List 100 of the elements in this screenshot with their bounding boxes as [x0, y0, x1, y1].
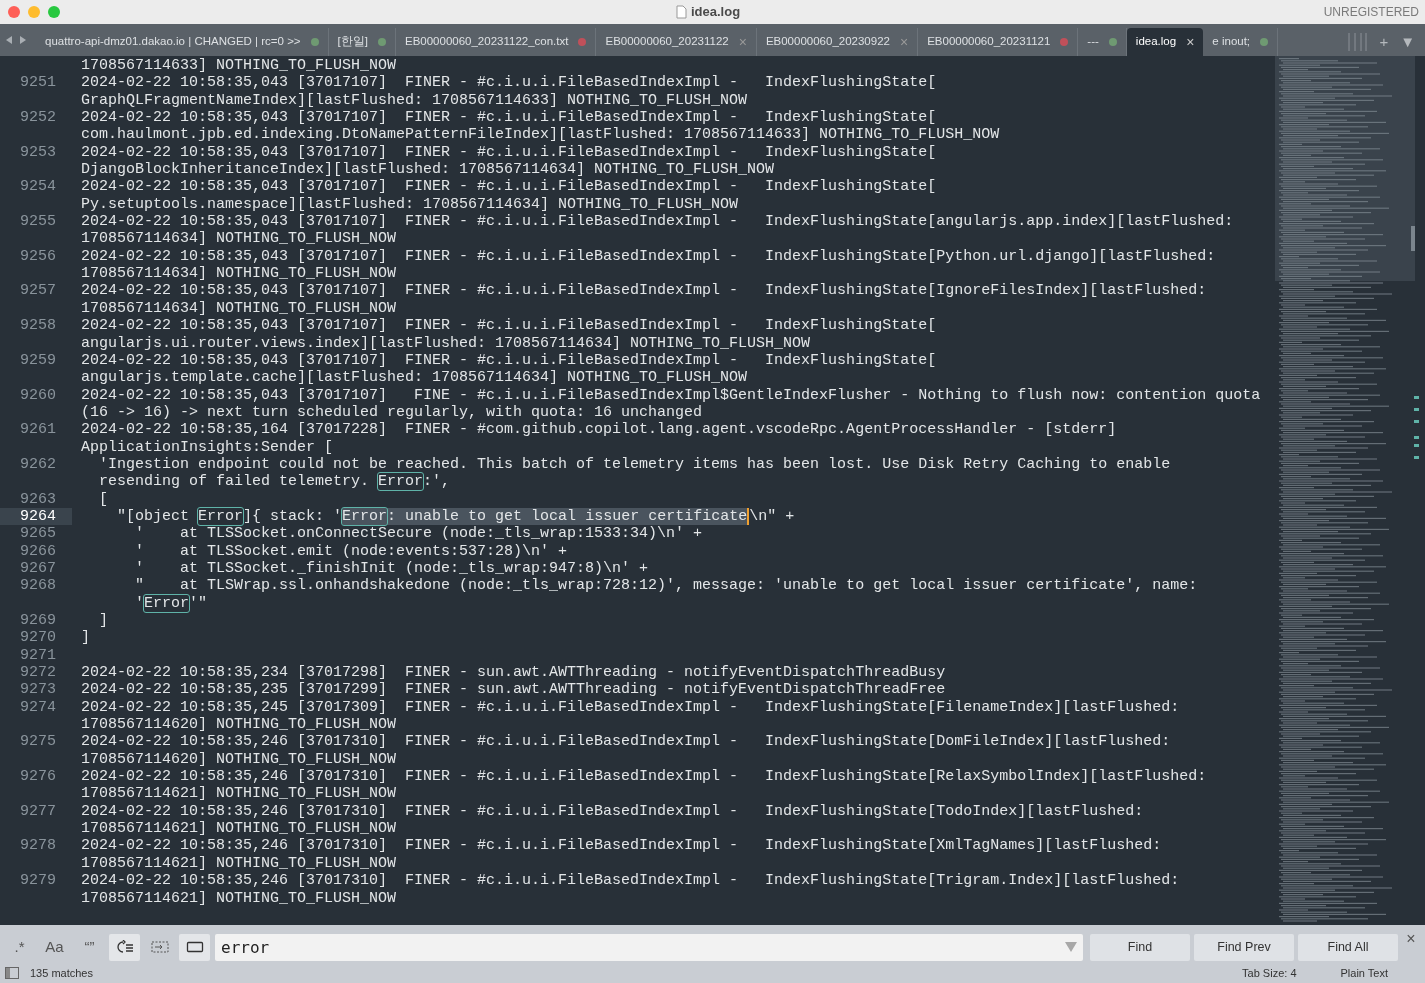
line-number: 9273 [20, 681, 56, 699]
code-line: com.haulmont.jpb.ed.indexing.DtoNamePatternFileIndex][lastFlushed: 1708567114633] NOTHING_TO_FLUSH_NOW [80, 126, 1000, 144]
code-line: 1708567114621] NOTHING_TO_FLUSH_NOW [80, 785, 397, 803]
code-line: (16 -> 16) -> next turn scheduled regularly, with quota: 16 unchanged [80, 403, 703, 422]
code-line: 2024-02-22 10:58:35,246 [37017310] FINER - #c.i.u.i.FileBasedIndexImpl - IndexFlushingState[RelaxSymbolIndex][lastFlushed: [80, 768, 1207, 786]
find-button[interactable]: Find All [1298, 933, 1398, 961]
code-line: 2024-02-22 10:58:35,246 [37017310] FINER - #c.i.u.i.FileBasedIndexImpl - IndexFlushingState[XmlTagNames][lastFlushed: [80, 837, 1162, 855]
code-line: 2024-02-22 10:58:35,235 [37017299] FINER - sun.awt.AWTThreading - notifyEventDispatchThreadFree [80, 681, 946, 699]
close-window-icon[interactable] [8, 6, 20, 18]
tab-list-button[interactable]: ▼ [1400, 30, 1415, 54]
code-line: angularjs.ui.router.views.index][lastFlushed: 1708567114634] NOTHING_TO_FLUSH_NOW [80, 334, 811, 352]
code-line: resending of failed telemetry. Error:', [98, 473, 451, 491]
forward-icon[interactable] [18, 35, 28, 45]
highlight-toggle-icon [185, 940, 204, 954]
code-line: GraphQLFragmentNameIndex][lastFlushed: 1708567114633] NOTHING_TO_FLUSH_NOW [80, 91, 748, 110]
wrap-toggle-icon [115, 940, 134, 954]
tab-size-setting[interactable]: Tab Size: 4 [1242, 964, 1297, 982]
code-line: " at TLSWrap.ssl.onhandshakedone (node:_tls_wrap:728:12)', message: 'unable to get local issuer certificate', name: [134, 577, 1198, 595]
code-line: 1708567114621] NOTHING_TO_FLUSH_NOW [80, 854, 397, 873]
back-icon[interactable] [4, 35, 14, 45]
line-number: 9264 [20, 507, 56, 525]
code-line: 1708567114634] NOTHING_TO_FLUSH_NOW [80, 299, 397, 318]
tab[interactable]: idea.log × [1126, 28, 1204, 56]
line-number: 9266 [20, 542, 56, 560]
code-line: 2024-02-22 10:58:35,234 [37017298] FINER - sun.awt.AWTThreading - notifyEventDispatchThreadBusy [80, 664, 946, 682]
find-button[interactable]: Find [1090, 933, 1190, 961]
code-line: 2024-02-22 10:58:35,164 [37017228] FINER - #com.github.copilot.lang.agent.vscodeRpc.AgentProcessHandler - [stderr] [80, 421, 1117, 439]
line-number: 9260 [20, 386, 56, 404]
code-line: ] [80, 629, 90, 647]
line-number: 9261 [20, 421, 56, 439]
line-number: 9274 [20, 698, 56, 716]
code-line: 2024-02-22 10:58:35,043 [37017107] FINER - #c.i.u.i.FileBasedIndexImpl - IndexFlushingState[ [80, 109, 937, 127]
code-line: 2024-02-22 10:58:35,043 [37017107] FINE - #c.i.u.i.FileBasedIndexImpl$GentleIndexFlusher - Nothing to flush now: contention quota [80, 386, 1261, 404]
code-line: 1708567114621] NOTHING_TO_FLUSH_NOW [80, 889, 397, 907]
line-number: 9255 [20, 213, 56, 231]
code-line: 2024-02-22 10:58:35,043 [37017107] FINER - #c.i.u.i.FileBasedIndexImpl - IndexFlushingState[angularjs.app.index][lastFlushed: [80, 213, 1234, 231]
code-line: 2024-02-22 10:58:35,043 [37017107] FINER - #c.i.u.i.FileBasedIndexImpl - IndexFlushingState[ [80, 143, 937, 162]
code-line: 2024-02-22 10:58:35,043 [37017107] FINER - #c.i.u.i.FileBasedIndexImpl - IndexFlushingState[Python.url.django][lastFlushed: [80, 247, 1216, 266]
code-line: [ [98, 490, 108, 508]
window-title: idea.log [691, 3, 741, 21]
line-number: 9269 [20, 612, 56, 629]
code-line: 1708567114621] NOTHING_TO_FLUSH_NOW [80, 820, 397, 838]
line-number: 9262 [20, 455, 56, 473]
line-number: 9256 [20, 247, 56, 265]
line-number: 9275 [20, 733, 56, 751]
code-line: ' at TLSSocket.onConnectSecure (node:_tls_wrap:1533:34)\n' + [134, 525, 703, 543]
zoom-window-icon[interactable] [48, 6, 60, 18]
find-button[interactable]: Find Prev [1194, 933, 1294, 961]
line-number: 9253 [20, 143, 56, 161]
sidebar-toggle-icon[interactable] [5, 967, 19, 979]
code-line: 2024-02-22 10:58:35,043 [37017107] FINER - #c.i.u.i.FileBasedIndexImpl - IndexFlushingState[ [80, 351, 937, 370]
line-number: 9271 [20, 646, 56, 664]
line-number: 9252 [20, 109, 56, 127]
option-toggle[interactable]: .* [4, 933, 35, 961]
registration-label: UNREGISTERED [1323, 4, 1419, 21]
line-number: 9258 [20, 317, 56, 335]
line-number: 9270 [20, 629, 56, 647]
code-line: 1708567114620] NOTHING_TO_FLUSH_NOW [80, 750, 397, 769]
code-line: 2024-02-22 10:58:35,246 [37017310] FINER - #c.i.u.i.FileBasedIndexImpl - IndexFlushingState[DomFileIndex][lastFlushed: [80, 733, 1171, 751]
option-toggle[interactable]: Aa [39, 933, 70, 961]
code-line: ApplicationInsights:Sender [ [80, 438, 334, 456]
highlight-toggle[interactable] [179, 933, 210, 961]
new-tab-button[interactable]: + [1379, 30, 1389, 54]
code-line: DjangoBlockInheritanceIndex][lastFlushed: 1708567114634] NOTHING_TO_FLUSH_NOW [80, 161, 775, 179]
option-toggle[interactable]: “” [74, 933, 105, 961]
code-line: 2024-02-22 10:58:35,245 [37017309] FINER - #c.i.u.i.FileBasedIndexImpl - IndexFlushingState[FilenameIndex][lastFlushed: [80, 698, 1180, 717]
wrap-toggle[interactable] [109, 933, 140, 961]
line-number: 9278 [20, 837, 56, 855]
code-line: 2024-02-22 10:58:35,246 [37017310] FINER - #c.i.u.i.FileBasedIndexImpl - IndexFlushingState[TodoIndex][lastFlushed: [80, 802, 1144, 821]
code-line: "[object Error]{ stack: 'Error: unable to get local issuer certificate\n" + [116, 507, 795, 526]
code-line: 1708567114633] NOTHING_TO_FLUSH_NOW [80, 57, 397, 75]
line-number: 9265 [20, 525, 56, 543]
code-line: 2024-02-22 10:58:35,246 [37017310] FINER - #c.i.u.i.FileBasedIndexImpl - IndexFlushingState[Trigram.Index][lastFlushed: [80, 872, 1180, 890]
line-number: 9277 [20, 802, 56, 820]
code-line: 2024-02-22 10:58:35,043 [37017107] FINER - #c.i.u.i.FileBasedIndexImpl - IndexFlushingState[ [80, 317, 937, 335]
code-line: ] [98, 612, 108, 630]
line-number: 9267 [20, 559, 56, 577]
tab-overflow-icon[interactable] [1347, 33, 1368, 51]
syntax-setting[interactable]: Plain Text [1340, 964, 1388, 982]
code-line: 'Error'" [134, 594, 208, 612]
line-number: 9257 [20, 282, 56, 300]
close-find-button[interactable]: × [1401, 927, 1421, 951]
code-line: 'Ingestion endpoint could not be reached. This batch of telemetry items has been lost. Use Disk Retry Caching to enable [98, 455, 1171, 474]
in-selection-toggle-icon [150, 940, 169, 954]
code-line: 2024-02-22 10:58:35,043 [37017107] FINER - #c.i.u.i.FileBasedIndexImpl - IndexFlushingState[IgnoreFilesIndex][lastFlushed: [80, 282, 1207, 300]
dropdown-icon[interactable] [1065, 942, 1077, 952]
code-line: 2024-02-22 10:58:35,043 [37017107] FINER - #c.i.u.i.FileBasedIndexImpl - IndexFlushingState[ [80, 178, 937, 196]
match-count: 135 matches [30, 965, 93, 981]
line-number: 9263 [20, 490, 56, 508]
code-line: angularjs.template.cache][lastFlushed: 1708567114634] NOTHING_TO_FLUSH_NOW [80, 369, 748, 387]
close-tab-button[interactable]: × [1186, 31, 1195, 53]
line-number: 9259 [20, 351, 56, 369]
line-number: 9254 [20, 178, 56, 196]
code-line: 2024-02-22 10:58:35,043 [37017107] FINER - #c.i.u.i.FileBasedIndexImpl - IndexFlushingState[ [80, 74, 937, 92]
line-number: 9268 [20, 577, 56, 595]
line-number: 9272 [20, 664, 56, 682]
line-number: 9251 [20, 74, 56, 92]
document-icon [676, 4, 687, 19]
code-line: Py.setuptools.namespace][lastFlushed: 1708567114634] NOTHING_TO_FLUSH_NOW [80, 195, 739, 214]
code-line: 1708567114634] NOTHING_TO_FLUSH_NOW [80, 265, 397, 283]
